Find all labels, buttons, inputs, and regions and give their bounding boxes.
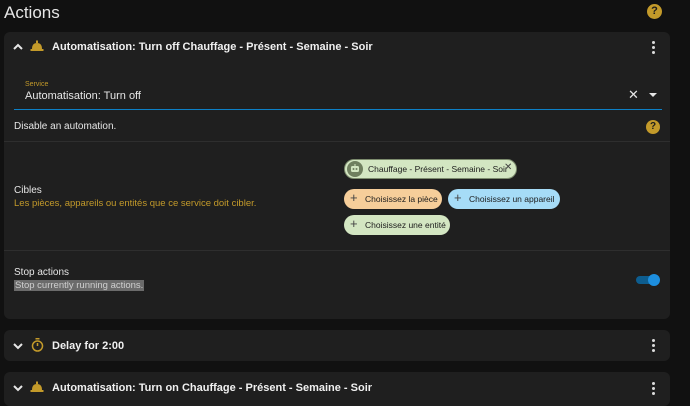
selected-entity-chip[interactable]: Chauffage - Présent - Semaine - Soir ✕ [344,159,517,179]
service-value: Automatisation: Turn off [25,90,141,102]
bell-icon [30,40,44,51]
choose-device-button[interactable]: + Choisissez un appareil [448,189,560,209]
plus-icon: + [350,190,358,205]
clear-icon[interactable]: ✕ [628,88,639,101]
page-header: Actions ? [0,0,690,28]
selected-entity-label: Chauffage - Présent - Semaine - Soir [368,164,508,174]
kebab-menu-icon[interactable] [651,382,655,396]
dropdown-arrow-icon[interactable] [649,93,657,97]
choose-area-label: Choisissez la pièce [365,194,438,204]
stop-actions-toggle[interactable] [636,274,660,286]
action-card-title: Automatisation: Turn off Chauffage - Pré… [52,41,373,53]
action-card-delay: Delay for 2:00 [4,330,670,361]
action-card-title: Automatisation: Turn on Chauffage - Prés… [52,382,373,394]
service-description: Disable an automation. [14,121,117,132]
timer-icon [31,338,44,352]
service-label: Service [25,81,49,88]
plus-icon: + [454,190,462,205]
toggle-thumb [648,274,660,286]
remove-chip-icon[interactable]: ✕ [504,162,512,173]
stop-actions-title: Stop actions [14,267,70,278]
choose-area-button[interactable]: + Choisissez la pièce [344,189,442,209]
kebab-menu-icon[interactable] [651,41,655,55]
choose-device-label: Choisissez un appareil [469,194,555,204]
action-card-turn-off: Automatisation: Turn off Chauffage - Pré… [4,32,670,319]
help-icon[interactable]: ? [647,4,662,19]
robot-icon [347,161,363,177]
plus-icon: + [350,216,358,231]
chevron-down-icon[interactable] [12,340,24,352]
targets-description: Les pièces, appareils ou entités que ce … [14,198,257,209]
chevron-up-icon[interactable] [12,41,24,53]
stop-actions-description: Stop currently running actions. [14,280,145,291]
chevron-down-icon[interactable] [12,382,24,394]
action-card-title: Delay for 2:00 [52,340,125,352]
divider [4,141,670,142]
page-title: Actions [4,3,60,22]
divider [4,250,670,251]
targets-title: Cibles [14,185,42,196]
service-help-icon[interactable]: ? [646,120,660,134]
action-card-turn-on: Automatisation: Turn on Chauffage - Prés… [4,372,670,406]
bell-icon [30,381,44,392]
kebab-menu-icon[interactable] [651,339,655,353]
choose-entity-label: Choisissez une entité [365,220,446,230]
service-select[interactable]: Service Automatisation: Turn off ✕ [14,78,662,110]
choose-entity-button[interactable]: + Choisissez une entité [344,215,450,235]
